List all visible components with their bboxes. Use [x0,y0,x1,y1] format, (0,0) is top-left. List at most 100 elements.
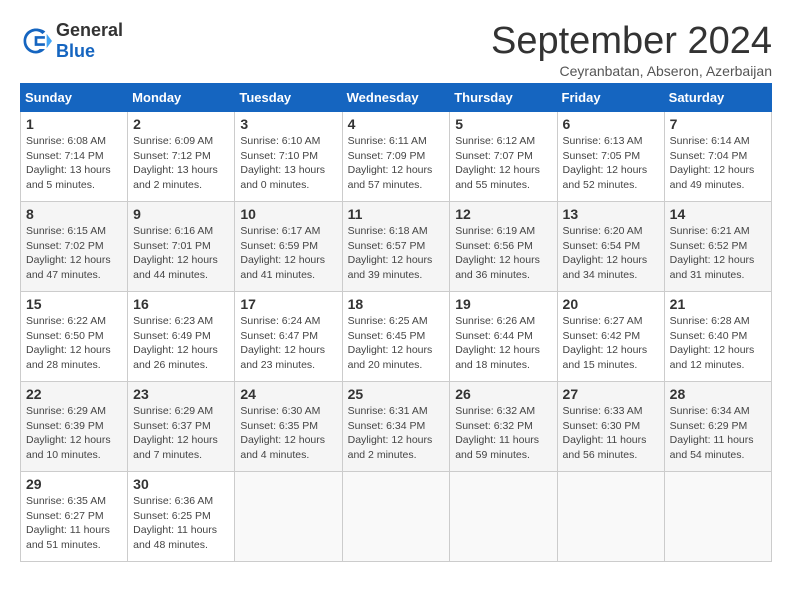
calendar-week-row: 1 Sunrise: 6:08 AM Sunset: 7:14 PM Daylig… [21,112,772,202]
calendar-day-cell: 7 Sunrise: 6:14 AM Sunset: 7:04 PM Daylig… [664,112,771,202]
logo-text-general: General [56,20,123,40]
calendar-day-cell: 16Sunrise: 6:23 AM Sunset: 6:49 PM Dayli… [128,292,235,382]
calendar-day-cell: 30Sunrise: 6:36 AM Sunset: 6:25 PM Dayli… [128,472,235,562]
day-number: 10 [240,206,336,222]
day-detail: Sunrise: 6:25 AM Sunset: 6:45 PM Dayligh… [348,314,445,373]
day-number: 5 [455,116,551,132]
day-detail: Sunrise: 6:29 AM Sunset: 6:39 PM Dayligh… [26,404,122,463]
weekday-header-sunday: Sunday [21,84,128,112]
day-detail: Sunrise: 6:34 AM Sunset: 6:29 PM Dayligh… [670,404,766,463]
calendar-day-cell: 18 Sunrise: 6:25 AM Sunset: 6:45 PM Dayli… [342,292,450,382]
title-block: September 2024 Ceyranbatan, Abseron, Aze… [491,20,772,79]
calendar-day-cell: 5 Sunrise: 6:12 AM Sunset: 7:07 PM Daylig… [450,112,557,202]
day-detail: Sunrise: 6:16 AM Sunset: 7:01 PM Dayligh… [133,224,229,283]
day-detail: Sunrise: 6:14 AM Sunset: 7:04 PM Dayligh… [670,134,766,193]
day-detail: Sunrise: 6:11 AM Sunset: 7:09 PM Dayligh… [348,134,445,193]
calendar-day-cell: 8Sunrise: 6:15 AM Sunset: 7:02 PM Daylig… [21,202,128,292]
day-number: 3 [240,116,336,132]
calendar-day-cell: 27 Sunrise: 6:33 AM Sunset: 6:30 PM Dayli… [557,382,664,472]
day-number: 9 [133,206,229,222]
day-number: 6 [563,116,659,132]
calendar-body: 1 Sunrise: 6:08 AM Sunset: 7:14 PM Daylig… [21,112,772,562]
calendar-day-cell: 6 Sunrise: 6:13 AM Sunset: 7:05 PM Daylig… [557,112,664,202]
weekday-header-thursday: Thursday [450,84,557,112]
day-number: 18 [348,296,445,312]
calendar-day-cell [235,472,342,562]
day-number: 15 [26,296,122,312]
calendar-day-cell: 11 Sunrise: 6:18 AM Sunset: 6:57 PM Dayli… [342,202,450,292]
day-detail: Sunrise: 6:12 AM Sunset: 7:07 PM Dayligh… [455,134,551,193]
calendar-day-cell: 26 Sunrise: 6:32 AM Sunset: 6:32 PM Dayli… [450,382,557,472]
day-number: 7 [670,116,766,132]
day-number: 1 [26,116,122,132]
calendar-day-cell: 19Sunrise: 6:26 AM Sunset: 6:44 PM Dayli… [450,292,557,382]
day-number: 14 [670,206,766,222]
day-number: 21 [670,296,766,312]
calendar-day-cell: 20 Sunrise: 6:27 AM Sunset: 6:42 PM Dayli… [557,292,664,382]
calendar-day-cell: 17Sunrise: 6:24 AM Sunset: 6:47 PM Dayli… [235,292,342,382]
calendar-day-cell: 12 Sunrise: 6:19 AM Sunset: 6:56 PM Dayli… [450,202,557,292]
calendar-day-cell: 14 Sunrise: 6:21 AM Sunset: 6:52 PM Dayli… [664,202,771,292]
day-detail: Sunrise: 6:24 AM Sunset: 6:47 PM Dayligh… [240,314,336,373]
day-detail: Sunrise: 6:19 AM Sunset: 6:56 PM Dayligh… [455,224,551,283]
calendar-day-cell: 15 Sunrise: 6:22 AM Sunset: 6:50 PM Dayli… [21,292,128,382]
day-number: 12 [455,206,551,222]
calendar-day-cell: 13Sunrise: 6:20 AM Sunset: 6:54 PM Dayli… [557,202,664,292]
weekday-header-friday: Friday [557,84,664,112]
day-detail: Sunrise: 6:23 AM Sunset: 6:49 PM Dayligh… [133,314,229,373]
day-detail: Sunrise: 6:21 AM Sunset: 6:52 PM Dayligh… [670,224,766,283]
day-number: 2 [133,116,229,132]
day-detail: Sunrise: 6:18 AM Sunset: 6:57 PM Dayligh… [348,224,445,283]
day-detail: Sunrise: 6:09 AM Sunset: 7:12 PM Dayligh… [133,134,229,193]
day-number: 26 [455,386,551,402]
calendar-day-cell: 25Sunrise: 6:31 AM Sunset: 6:34 PM Dayli… [342,382,450,472]
calendar-day-cell: 3Sunrise: 6:10 AM Sunset: 7:10 PM Daylig… [235,112,342,202]
calendar-day-cell: 23Sunrise: 6:29 AM Sunset: 6:37 PM Dayli… [128,382,235,472]
day-detail: Sunrise: 6:26 AM Sunset: 6:44 PM Dayligh… [455,314,551,373]
day-detail: Sunrise: 6:13 AM Sunset: 7:05 PM Dayligh… [563,134,659,193]
day-number: 22 [26,386,122,402]
calendar-day-cell [664,472,771,562]
month-title: September 2024 [491,20,772,63]
calendar-day-cell: 21 Sunrise: 6:28 AM Sunset: 6:40 PM Dayli… [664,292,771,382]
day-number: 28 [670,386,766,402]
day-detail: Sunrise: 6:32 AM Sunset: 6:32 PM Dayligh… [455,404,551,463]
day-number: 11 [348,206,445,222]
calendar-day-cell: 22 Sunrise: 6:29 AM Sunset: 6:39 PM Dayli… [21,382,128,472]
day-number: 27 [563,386,659,402]
calendar-day-cell: 29Sunrise: 6:35 AM Sunset: 6:27 PM Dayli… [21,472,128,562]
weekday-header-saturday: Saturday [664,84,771,112]
day-number: 30 [133,476,229,492]
calendar-day-cell: 9 Sunrise: 6:16 AM Sunset: 7:01 PM Daylig… [128,202,235,292]
calendar-week-row: 15 Sunrise: 6:22 AM Sunset: 6:50 PM Dayli… [21,292,772,382]
day-number: 29 [26,476,122,492]
day-number: 20 [563,296,659,312]
day-detail: Sunrise: 6:22 AM Sunset: 6:50 PM Dayligh… [26,314,122,373]
day-detail: Sunrise: 6:08 AM Sunset: 7:14 PM Dayligh… [26,134,122,193]
calendar-day-cell: 10 Sunrise: 6:17 AM Sunset: 6:59 PM Dayli… [235,202,342,292]
calendar-day-cell [450,472,557,562]
day-detail: Sunrise: 6:17 AM Sunset: 6:59 PM Dayligh… [240,224,336,283]
calendar-day-cell [342,472,450,562]
calendar-day-cell: 4 Sunrise: 6:11 AM Sunset: 7:09 PM Daylig… [342,112,450,202]
day-detail: Sunrise: 6:33 AM Sunset: 6:30 PM Dayligh… [563,404,659,463]
calendar-day-cell: 1 Sunrise: 6:08 AM Sunset: 7:14 PM Daylig… [21,112,128,202]
day-detail: Sunrise: 6:27 AM Sunset: 6:42 PM Dayligh… [563,314,659,373]
calendar-header-row: SundayMondayTuesdayWednesdayThursdayFrid… [21,84,772,112]
calendar-day-cell: 28 Sunrise: 6:34 AM Sunset: 6:29 PM Dayli… [664,382,771,472]
day-number: 4 [348,116,445,132]
calendar-week-row: 22 Sunrise: 6:29 AM Sunset: 6:39 PM Dayli… [21,382,772,472]
page-header: General Blue September 2024 Ceyranbatan,… [20,20,772,79]
logo-text-blue: Blue [56,41,95,61]
calendar-week-row: 29Sunrise: 6:35 AM Sunset: 6:27 PM Dayli… [21,472,772,562]
day-detail: Sunrise: 6:31 AM Sunset: 6:34 PM Dayligh… [348,404,445,463]
day-detail: Sunrise: 6:28 AM Sunset: 6:40 PM Dayligh… [670,314,766,373]
day-number: 8 [26,206,122,222]
weekday-header-monday: Monday [128,84,235,112]
weekday-header-wednesday: Wednesday [342,84,450,112]
day-detail: Sunrise: 6:30 AM Sunset: 6:35 PM Dayligh… [240,404,336,463]
calendar-day-cell: 24Sunrise: 6:30 AM Sunset: 6:35 PM Dayli… [235,382,342,472]
location-subtitle: Ceyranbatan, Abseron, Azerbaijan [491,63,772,79]
calendar-day-cell: 2 Sunrise: 6:09 AM Sunset: 7:12 PM Daylig… [128,112,235,202]
weekday-header-tuesday: Tuesday [235,84,342,112]
